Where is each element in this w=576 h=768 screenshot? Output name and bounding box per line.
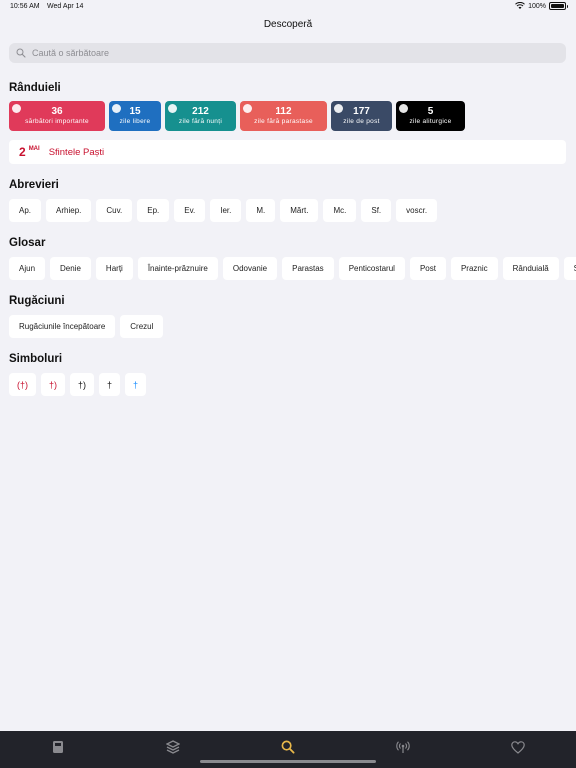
chip-abreviere[interactable]: Ev.	[174, 199, 206, 222]
card-count: 36	[51, 106, 63, 117]
section-title-abrevieri: Abrevieri	[9, 179, 59, 191]
search-icon	[16, 48, 26, 58]
search-input[interactable]	[32, 48, 532, 58]
star-badge-icon	[112, 104, 121, 113]
chip-simbol[interactable]: (†)	[9, 373, 36, 396]
battery-percent: 100%	[528, 2, 546, 10]
event-day: 2	[19, 145, 26, 159]
chip-glosar[interactable]: Praznic	[450, 257, 498, 280]
card-label: zile de post	[343, 118, 380, 125]
card-zile-libere[interactable]: 15 zile libere	[109, 101, 161, 131]
card-zile-fara-nunti[interactable]: 212 zile fără nunți	[165, 101, 236, 131]
card-count: 177	[353, 106, 370, 117]
chip-glosar[interactable]: Post	[409, 257, 446, 280]
chip-simbol[interactable]: †	[125, 373, 147, 396]
star-badge-icon	[168, 104, 177, 113]
heart-icon	[511, 740, 525, 754]
chip-glosar[interactable]: Harți	[95, 257, 133, 280]
chip-rugaciune[interactable]: Rugăciunile începătoare	[9, 315, 116, 338]
glosar-scroll[interactable]: Ajun Denie Harți Înainte-prăznuire Odova…	[0, 257, 576, 280]
chip-abreviere[interactable]: Cuv.	[96, 199, 133, 222]
chip-simbol[interactable]: †)	[41, 373, 66, 396]
page-title: Descoperă	[263, 19, 313, 30]
card-count: 112	[275, 106, 292, 117]
chip-glosar[interactable]: Ajun	[9, 257, 46, 280]
star-badge-icon	[243, 104, 252, 113]
card-count: 5	[427, 106, 434, 117]
battery-icon	[549, 2, 568, 10]
search-bar[interactable]	[9, 43, 566, 63]
chip-abreviere[interactable]: Mărt.	[280, 199, 319, 222]
rugaciuni-chips: Rugăciunile începătoare Crezul	[9, 315, 164, 338]
chip-glosar[interactable]: Rânduială	[502, 257, 559, 280]
chip-abreviere[interactable]: Mc.	[323, 199, 357, 222]
search-icon	[281, 740, 295, 754]
event-month: MAI	[28, 146, 40, 152]
chip-abreviere[interactable]: Ier.	[210, 199, 242, 222]
status-bar: 10:56 AM Wed Apr 14 100%	[0, 0, 576, 14]
section-title-glosar: Glosar	[9, 237, 46, 249]
upcoming-feast-row[interactable]: 2 MAI Sfintele Paști	[9, 140, 566, 164]
chip-abreviere[interactable]: Arhiep.	[46, 199, 92, 222]
section-title-simboluri: Simboluri	[9, 353, 63, 365]
simboluri-chips: (†) †) †) † †	[9, 373, 147, 396]
card-label: sărbători importante	[25, 118, 89, 125]
card-label: zile libere	[119, 118, 151, 125]
chip-abreviere[interactable]: Ep.	[137, 199, 170, 222]
home-indicator	[200, 760, 376, 763]
tab-broadcast[interactable]	[395, 739, 411, 755]
card-zile-aliturgice[interactable]: 5 zile aliturgice	[396, 101, 465, 131]
chip-abreviere[interactable]: Sf.	[361, 199, 392, 222]
chip-glosar[interactable]: Parastas	[282, 257, 334, 280]
chip-glosar[interactable]: Odovanie	[222, 257, 278, 280]
card-label: zile fără nunți	[178, 118, 223, 125]
chip-rugaciune[interactable]: Crezul	[120, 315, 164, 338]
card-count: 212	[192, 106, 209, 117]
chip-simbol[interactable]: †	[99, 373, 121, 396]
star-badge-icon	[334, 104, 343, 113]
tab-favorites[interactable]	[510, 739, 526, 755]
status-time: 10:56 AM	[10, 3, 40, 10]
chip-glosar[interactable]: So	[563, 257, 576, 280]
calendar-book-icon	[53, 741, 63, 753]
chip-glosar[interactable]: Penticostarul	[338, 257, 405, 280]
section-title-rugaciuni: Rugăciuni	[9, 295, 65, 307]
tab-search[interactable]	[280, 739, 296, 755]
card-zile-fara-parastase[interactable]: 112 zile fără parastase	[240, 101, 327, 131]
chip-simbol[interactable]: †)	[70, 373, 95, 396]
card-label: zile fără parastase	[254, 118, 313, 125]
status-date: Wed Apr 14	[47, 3, 84, 10]
glosar-chips: Ajun Denie Harți Înainte-prăznuire Odova…	[9, 257, 576, 280]
star-badge-icon	[399, 104, 408, 113]
card-label: zile aliturgice	[409, 118, 452, 125]
star-badge-icon	[12, 104, 21, 113]
tab-calendar[interactable]	[50, 739, 66, 755]
abrevieri-chips: Ap. Arhiep. Cuv. Ep. Ev. Ier. M. Mărt. M…	[9, 199, 438, 222]
status-right: 100%	[515, 2, 568, 10]
chip-abreviere[interactable]: M.	[246, 199, 276, 222]
section-title-randuieli: Rânduieli	[9, 82, 61, 94]
wifi-icon	[515, 2, 525, 9]
card-count: 15	[129, 106, 141, 117]
layers-icon	[166, 740, 180, 754]
card-zile-de-post[interactable]: 177 zile de post	[331, 101, 392, 131]
chip-abreviere[interactable]: Ap.	[9, 199, 42, 222]
chip-abreviere[interactable]: voscr.	[396, 199, 438, 222]
tab-layers[interactable]	[165, 739, 181, 755]
card-sarbatori-importante[interactable]: 36 sărbători importante	[9, 101, 105, 131]
event-name: Sfintele Paști	[48, 146, 105, 158]
chip-glosar[interactable]: Înainte-prăznuire	[137, 257, 218, 280]
chip-glosar[interactable]: Denie	[50, 257, 91, 280]
broadcast-icon	[396, 741, 410, 753]
randuieli-cards: 36 sărbători importante 15 zile libere 2…	[9, 101, 465, 131]
